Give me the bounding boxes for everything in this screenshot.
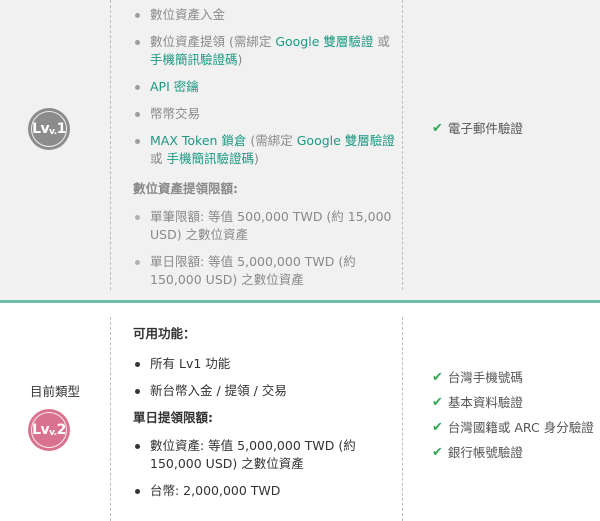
list-item-text: 單日限額: 等值 5,000,000 TWD (約 150,000 USD) 之… [150, 254, 356, 287]
list-item-text: 數位資產入金 [150, 7, 226, 22]
level-2-row: 目前類型 Lv v. 2 可用功能： 所有 Lv1 功能新台幣入金 / 提領 / 交… [0, 303, 600, 521]
column-divider [402, 317, 403, 521]
limits-list: 數位資產: 等值 5,000,000 TWD (約 150,000 USD) 之… [133, 437, 398, 500]
level-2-badge: Lv v. 2 [28, 409, 70, 451]
requirement-text: 基本資料驗證 [447, 395, 523, 410]
column-divider [402, 0, 403, 290]
list-item-text: 台幣: 2,000,000 TWD [150, 483, 281, 498]
list-item-text: (需綁定 [246, 133, 297, 148]
list-item: 數位資產入金 [133, 6, 398, 24]
list-item: MAX Token 鎖倉 (需綁定 Google 雙層驗證 或 手機簡訊驗證碼) [133, 132, 398, 168]
limits-heading: 數位資產提領限額: [133, 181, 238, 196]
list-item: 數位資產提領 (需綁定 Google 雙層驗證 或 手機簡訊驗證碼) [133, 33, 398, 69]
feature-link[interactable]: 手機簡訊驗證碼 [150, 52, 238, 67]
feature-link[interactable]: Google 雙層驗證 [297, 133, 395, 148]
list-item: 台幣: 2,000,000 TWD [133, 482, 398, 500]
list-item: 幣幣交易 [133, 105, 398, 123]
current-type-label: 目前類型 [29, 384, 80, 399]
requirement-item: ✔ 基本資料驗證 [432, 394, 594, 412]
level-1-badge: Lv v. 1 [28, 108, 70, 150]
list-item: 新台幣入金 / 提領 / 交易 [133, 382, 398, 400]
list-item-text: 或 [150, 151, 167, 166]
feature-link[interactable]: API 密鑰 [150, 79, 199, 94]
column-divider [110, 0, 111, 290]
feature-list: 所有 Lv1 功能新台幣入金 / 提領 / 交易 [133, 355, 398, 400]
list-item-text: ) [237, 52, 243, 67]
feature-list: 數位資產入金數位資產提領 (需綁定 Google 雙層驗證 或 手機簡訊驗證碼)… [133, 6, 398, 168]
level-1-requirements: ✔ 電子郵件驗證 [432, 120, 523, 145]
requirement-item: ✔ 銀行帳號驗證 [432, 444, 594, 462]
features-heading: 可用功能： [133, 326, 196, 341]
check-icon: ✔ [432, 420, 443, 435]
requirement-item: ✔ 電子郵件驗證 [432, 120, 523, 138]
list-item: 單筆限額: 等值 500,000 TWD (約 15,000 USD) 之數位資… [133, 208, 398, 244]
check-icon: ✔ [432, 370, 443, 385]
list-item: 數位資產: 等值 5,000,000 TWD (約 150,000 USD) 之… [133, 437, 398, 473]
list-item-text: 單筆限額: 等值 500,000 TWD (約 15,000 USD) 之數位資… [150, 209, 392, 242]
list-item-text: 或 [373, 34, 390, 49]
list-item: API 密鑰 [133, 78, 398, 96]
list-item: 單日限額: 等值 5,000,000 TWD (約 150,000 USD) 之… [133, 253, 398, 289]
list-item-text: 數位資產提領 (需綁定 [150, 34, 276, 49]
requirement-text: 台灣手機號碼 [447, 370, 523, 385]
level-1-features: 數位資產入金數位資產提領 (需綁定 Google 雙層驗證 或 手機簡訊驗證碼)… [133, 6, 398, 298]
column-divider [110, 317, 111, 521]
list-item-text: ) [254, 151, 259, 166]
feature-link[interactable]: 手機簡訊驗證碼 [166, 151, 254, 166]
check-icon: ✔ [432, 445, 443, 460]
requirement-text: 銀行帳號驗證 [447, 445, 523, 460]
check-icon: ✔ [432, 395, 443, 410]
requirement-item: ✔ 台灣國籍或 ARC 身分驗證 [432, 419, 594, 437]
level-1-row: Lv v. 1 數位資產入金數位資產提領 (需綁定 Google 雙層驗證 或 手機… [0, 0, 600, 300]
check-icon: ✔ [432, 121, 443, 136]
limits-list: 單筆限額: 等值 500,000 TWD (約 15,000 USD) 之數位資… [133, 208, 398, 289]
feature-link[interactable]: MAX Token 鎖倉 [150, 133, 246, 148]
list-item: 所有 Lv1 功能 [133, 355, 398, 373]
requirement-item: ✔ 台灣手機號碼 [432, 369, 594, 387]
feature-link[interactable]: Google 雙層驗證 [275, 34, 373, 49]
list-item-text: 數位資產: 等值 5,000,000 TWD (約 150,000 USD) 之… [150, 438, 356, 471]
level-2-requirements: ✔ 台灣手機號碼 ✔ 基本資料驗證 ✔ 台灣國籍或 ARC 身分驗證 ✔ 銀行帳號驗證 [432, 369, 594, 469]
list-item-text: 幣幣交易 [150, 106, 201, 121]
requirement-text: 台灣國籍或 ARC 身分驗證 [447, 420, 594, 435]
limits-heading: 單日提領限額: [133, 410, 213, 425]
requirement-text: 電子郵件驗證 [447, 121, 523, 136]
level-2-features: 可用功能： 所有 Lv1 功能新台幣入金 / 提領 / 交易 單日提領限額: 數… [133, 325, 398, 509]
list-item-text: 所有 Lv1 功能 [150, 356, 231, 371]
list-item-text: 新台幣入金 / 提領 / 交易 [150, 383, 287, 398]
